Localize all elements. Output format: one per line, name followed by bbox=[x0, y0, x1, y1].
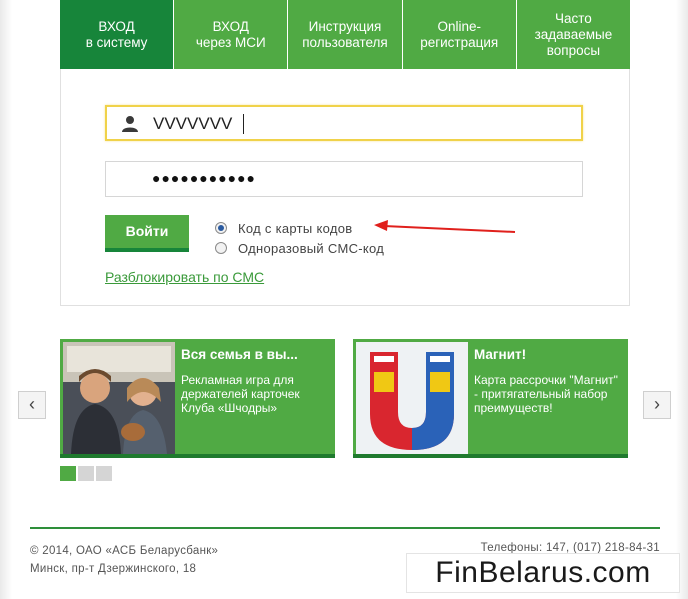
address-text: Минск, пр-т Дзержинского, 18 bbox=[30, 563, 197, 575]
tab-login-msi[interactable]: ВХОД через МСИ bbox=[173, 0, 288, 69]
login-panel: ●●●●●●●●●●● Войти Код с карты кодов Одно… bbox=[60, 69, 630, 306]
watermark: FinBelarus.com bbox=[406, 553, 680, 593]
tab-login-system[interactable]: ВХОД в систему bbox=[60, 0, 174, 76]
footer-divider bbox=[30, 527, 660, 529]
banner-description: Рекламная игра для держателей карточек К… bbox=[181, 373, 300, 415]
tab-label-line2: задаваемые bbox=[534, 26, 613, 42]
tab-user-guide[interactable]: Инструкция пользователя bbox=[287, 0, 402, 69]
banner-description: Карта рассрочки "Магнит" - притягательны… bbox=[474, 373, 618, 415]
slider-pagination bbox=[60, 466, 112, 481]
tab-label-line2: через МСИ bbox=[195, 34, 266, 50]
radio-code-card[interactable] bbox=[215, 222, 227, 234]
red-arrow-annotation bbox=[374, 220, 516, 233]
slider-dot[interactable] bbox=[78, 466, 94, 481]
banner-title: Вся семья в вы... bbox=[181, 347, 298, 362]
banner-image-family-car bbox=[63, 342, 175, 454]
tab-label-line3: вопросы bbox=[546, 42, 601, 58]
login-button[interactable]: Войти bbox=[105, 215, 189, 252]
footer-copyright: © 2014, ОАО «АСБ Беларусбанк» Минск, пр-… bbox=[30, 542, 218, 578]
promo-banner-magnit[interactable]: Магнит! Карта рассрочки "Магнит" - притя… bbox=[353, 339, 628, 458]
auth-option-sms[interactable]: Одноразовый СМС-код bbox=[215, 239, 384, 257]
auth-option-label: Код с карты кодов bbox=[238, 220, 353, 236]
username-input[interactable] bbox=[153, 113, 573, 135]
slider-dot[interactable] bbox=[60, 466, 76, 481]
tab-label-line2: в систему bbox=[85, 34, 148, 50]
tab-label-line1: Часто bbox=[555, 10, 592, 26]
text-cursor bbox=[243, 114, 244, 134]
banner-title: Магнит! bbox=[474, 347, 527, 362]
slider-dot[interactable] bbox=[96, 466, 112, 481]
tab-label-line1: ВХОД bbox=[98, 18, 135, 34]
promo-banner-family[interactable]: Вся семья в вы... Рекламная игра для дер… bbox=[60, 339, 335, 458]
user-icon bbox=[122, 116, 138, 132]
tab-label-line2: регистрация bbox=[420, 34, 499, 50]
tab-label-line1: Инструкция bbox=[308, 18, 382, 34]
password-field[interactable]: ●●●●●●●●●●● bbox=[105, 161, 583, 197]
tab-label-line1: ВХОД bbox=[212, 18, 249, 34]
banner-image-magnet-card bbox=[356, 342, 468, 454]
auth-option-label: Одноразовый СМС-код bbox=[238, 240, 385, 256]
copyright-text: © 2014, ОАО «АСБ Беларусбанк» bbox=[30, 545, 219, 557]
right-shade bbox=[676, 0, 688, 599]
slider-prev-button[interactable]: ‹ bbox=[18, 391, 46, 419]
tab-label-line1: Online- bbox=[437, 18, 481, 34]
password-mask: ●●●●●●●●●●● bbox=[152, 170, 257, 186]
unlock-by-sms-link[interactable]: Разблокировать по СМС bbox=[105, 269, 264, 285]
username-field[interactable] bbox=[105, 105, 583, 141]
login-tabs: ВХОД в систему ВХОД через МСИ Инструкция по… bbox=[60, 0, 631, 76]
left-shade bbox=[0, 0, 12, 599]
radio-sms[interactable] bbox=[215, 242, 227, 254]
tab-faq[interactable]: Часто задаваемые вопросы bbox=[515, 0, 631, 69]
slider-next-button[interactable]: › bbox=[643, 391, 671, 419]
tab-label-line2: пользователя bbox=[302, 34, 388, 50]
auth-option-code-card[interactable]: Код с карты кодов bbox=[215, 219, 352, 237]
tab-online-registration[interactable]: Online-регистрация bbox=[401, 0, 516, 69]
